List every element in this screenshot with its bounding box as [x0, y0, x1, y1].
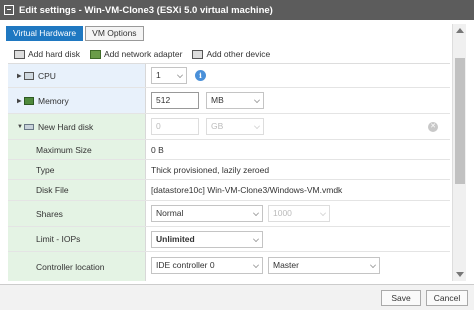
dialog-title-bar: Edit settings - Win-VM-Clone3 (ESXi 5.0 … [0, 0, 474, 20]
edit-settings-icon [4, 5, 14, 15]
network-adapter-icon [89, 49, 101, 59]
disk-file-value: [datastore10c] Win-VM-Clone3/Windows-VM.… [151, 185, 343, 195]
disk-unit-select[interactable]: GB [206, 118, 264, 135]
add-hard-disk-button[interactable]: Add hard disk [14, 49, 80, 59]
memory-icon [24, 96, 34, 105]
hard-disk-icon [14, 49, 25, 59]
hardware-row-controller-location: Controller location IDE controller 0 Mas… [8, 252, 450, 281]
expand-arrow-icon[interactable]: ▶ [17, 97, 22, 104]
limit-iops-select[interactable]: Unlimited [151, 231, 263, 248]
scrollbar-thumb[interactable] [455, 58, 465, 184]
hardware-row-cpu: ▶ CPU 1 i [8, 64, 450, 88]
shares-amount-select[interactable]: 1000 [268, 205, 330, 222]
hard-disk-icon [24, 123, 34, 130]
tab-bar: Virtual Hardware VM Options [6, 26, 146, 41]
memory-size-input[interactable]: 512 [151, 92, 199, 109]
limit-iops-label: Limit - IOPs [36, 234, 81, 244]
add-other-device-button[interactable]: Add other device [192, 49, 270, 59]
scroll-up-icon[interactable] [456, 28, 464, 33]
hardware-row-maximum-size: Maximum Size 0 B [8, 140, 450, 160]
type-label: Type [36, 164, 55, 175]
hardware-grid: ▶ CPU 1 i ▶ Memory 512 MB ▼ New Hard dis… [8, 63, 450, 281]
dialog-title: Edit settings - Win-VM-Clone3 (ESXi 5.0 … [19, 4, 273, 16]
disk-size-input[interactable]: 0 [151, 118, 199, 135]
hardware-row-new-hard-disk: ▼ New Hard disk 0 GB ✕ [8, 114, 450, 140]
memory-unit-select[interactable]: MB [206, 92, 264, 109]
controller-position-select[interactable]: Master [268, 257, 380, 274]
hardware-row-disk-file: Disk File [datastore10c] Win-VM-Clone3/W… [8, 180, 450, 201]
hardware-row-memory: ▶ Memory 512 MB [8, 88, 450, 114]
add-network-adapter-button[interactable]: Add network adapter [89, 49, 182, 59]
maximum-size-value: 0 B [151, 144, 164, 155]
hardware-toolbar: Add hard disk Add network adapter Add ot… [14, 47, 280, 61]
tab-virtual-hardware[interactable]: Virtual Hardware [6, 26, 84, 41]
controller-select[interactable]: IDE controller 0 [151, 257, 263, 274]
new-hard-disk-label: New Hard disk [38, 121, 94, 132]
maximum-size-label: Maximum Size [36, 144, 92, 155]
vertical-scrollbar[interactable] [452, 24, 466, 281]
cpu-icon [24, 71, 34, 80]
info-icon[interactable]: i [195, 70, 206, 81]
hardware-row-limit-iops: Limit - IOPs Unlimited [8, 227, 450, 252]
expand-arrow-icon[interactable]: ▶ [17, 72, 22, 79]
cpu-count-select[interactable]: 1 [151, 67, 187, 84]
controller-location-label: Controller location [36, 261, 105, 272]
type-value: Thick provisioned, lazily zeroed [151, 164, 270, 175]
remove-device-icon[interactable]: ✕ [428, 122, 438, 132]
memory-label: Memory [38, 95, 69, 106]
dialog-footer: Save Cancel [0, 284, 474, 310]
cpu-label: CPU [38, 70, 56, 81]
collapse-arrow-icon[interactable]: ▼ [17, 124, 23, 130]
shares-level-select[interactable]: Normal [151, 205, 263, 222]
save-button[interactable]: Save [381, 290, 421, 306]
tab-vm-options[interactable]: VM Options [85, 26, 144, 41]
cancel-button[interactable]: Cancel [426, 290, 468, 306]
hardware-row-shares: Shares Normal 1000 [8, 201, 450, 227]
device-icon [192, 49, 204, 59]
shares-label: Shares [36, 208, 63, 219]
hardware-row-type: Type Thick provisioned, lazily zeroed [8, 160, 450, 180]
scroll-down-icon[interactable] [456, 272, 464, 277]
disk-file-label: Disk File [36, 185, 69, 195]
